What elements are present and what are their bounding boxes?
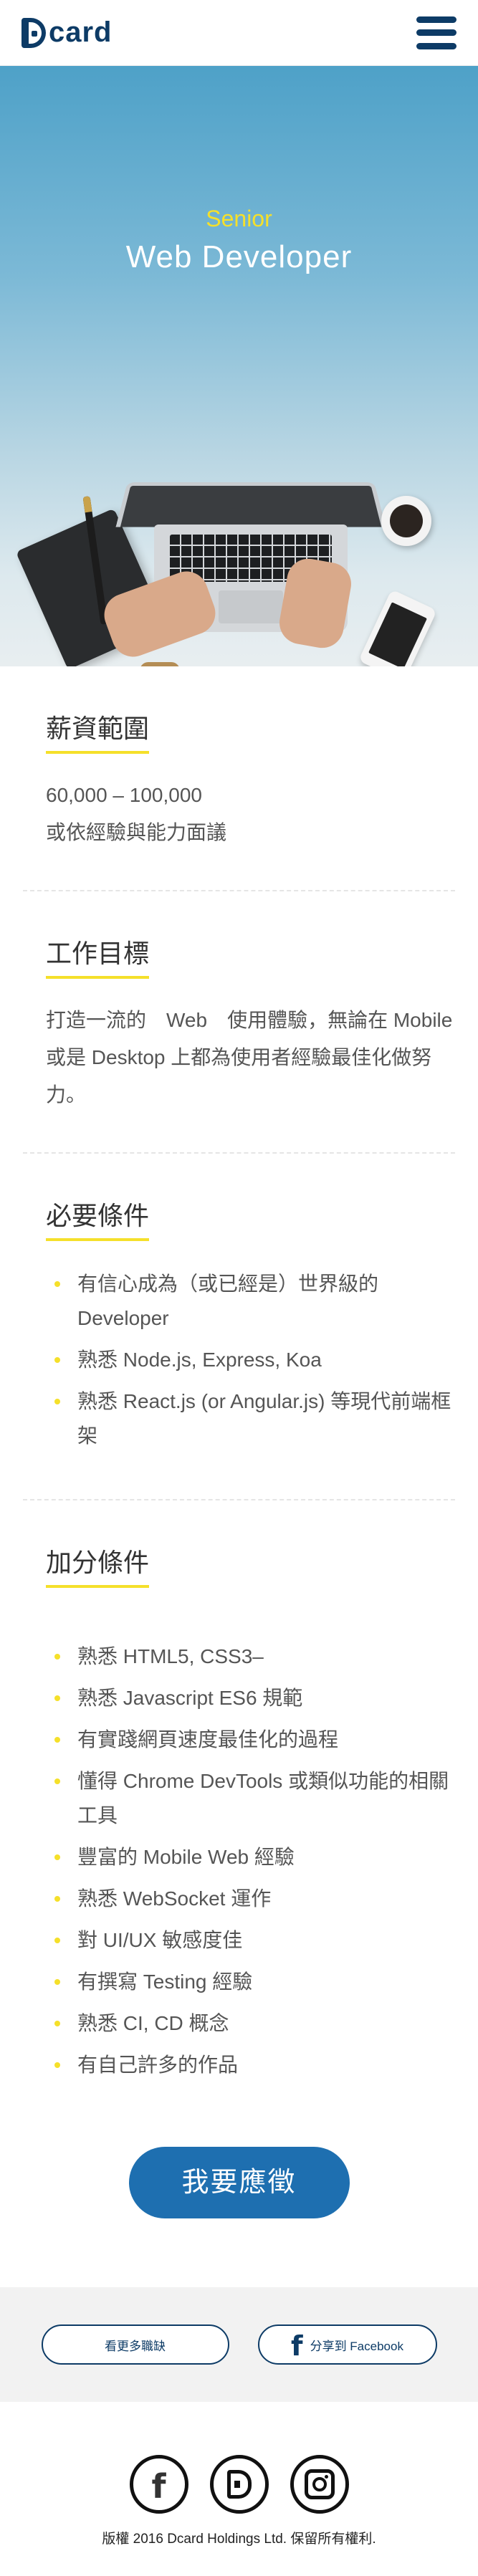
salary-section: 薪資範圍 60,000 – 100,000 或依經驗與能力面議 bbox=[23, 666, 455, 891]
copyright-text: 版權 2016 Dcard Holdings Ltd. 保留所有權利. bbox=[102, 2532, 376, 2547]
list-item: 有自己許多的作品 bbox=[46, 2048, 455, 2082]
trackpad-illustration bbox=[219, 590, 283, 623]
list-item: 有實踐網頁速度最佳化的過程 bbox=[46, 1723, 455, 1757]
hero-banner: Senior Web Developer bbox=[0, 66, 478, 666]
job-title: Web Developer bbox=[125, 239, 353, 274]
instagram-icon bbox=[304, 2469, 335, 2499]
menu-line-2 bbox=[416, 29, 457, 36]
hamburger-menu-icon[interactable] bbox=[416, 16, 457, 49]
facebook-link[interactable]: f bbox=[129, 2455, 188, 2514]
share-bar: 看更多職缺 f 分享到 Facebook bbox=[0, 2287, 478, 2402]
list-item: 熟悉 WebSocket 運作 bbox=[46, 1882, 455, 1916]
coffee-cup-illustration bbox=[381, 496, 431, 546]
goal-section: 工作目標 打造一流的 Web 使用體驗，無論在 Mobile 或是 Deskto… bbox=[23, 891, 455, 1154]
dcard-link[interactable] bbox=[209, 2455, 269, 2514]
footer: f 版權 2016 Dcard Holdings Ltd. 保留所有權利. bbox=[0, 2402, 478, 2576]
dcard-icon bbox=[226, 2470, 252, 2499]
bonus-section: 加分條件 熟悉 HTML5, CSS3– 熟悉 Javascript ES6 規… bbox=[23, 1500, 455, 2128]
top-header: card bbox=[0, 0, 478, 66]
apply-button[interactable]: 我要應徵 bbox=[128, 2147, 350, 2218]
list-item: 熟悉 CI, CD 概念 bbox=[46, 2006, 455, 2041]
dcard-logo-mark bbox=[21, 17, 46, 48]
goal-title: 工作目標 bbox=[46, 933, 150, 979]
more-jobs-label: 看更多職缺 bbox=[105, 2339, 166, 2353]
social-links: f bbox=[0, 2455, 478, 2514]
dcard-logo[interactable]: card bbox=[21, 16, 113, 49]
menu-line-1 bbox=[416, 16, 457, 23]
list-item: 熟悉 Node.js, Express, Koa bbox=[46, 1343, 455, 1377]
facebook-icon: f bbox=[151, 2467, 166, 2506]
menu-line-3 bbox=[416, 42, 457, 49]
required-section: 必要條件 有信心成為（或已經是）世界級的 Developer 熟悉 Node.j… bbox=[23, 1154, 455, 1500]
list-item: 熟悉 HTML5, CSS3– bbox=[46, 1639, 455, 1674]
instagram-link[interactable] bbox=[290, 2455, 349, 2514]
list-item: 懂得 Chrome DevTools 或類似功能的相關工具 bbox=[46, 1764, 455, 1833]
salary-title: 薪資範圍 bbox=[46, 708, 150, 754]
salary-note: 或依經驗與能力面議 bbox=[46, 821, 227, 843]
list-item: 熟悉 Javascript ES6 規範 bbox=[46, 1681, 455, 1715]
bonus-list: 熟悉 HTML5, CSS3– 熟悉 Javascript ES6 規範 有實踐… bbox=[46, 1639, 455, 2082]
more-jobs-button[interactable]: 看更多職缺 bbox=[41, 2324, 229, 2365]
apply-area: 我要應徵 bbox=[0, 2128, 478, 2287]
phone-illustration bbox=[358, 589, 437, 666]
job-level: Senior bbox=[206, 206, 272, 231]
list-item: 有信心成為（或已經是）世界級的 Developer bbox=[46, 1267, 455, 1336]
required-title: 必要條件 bbox=[46, 1195, 150, 1241]
required-list: 有信心成為（或已經是）世界級的 Developer 熟悉 Node.js, Ex… bbox=[46, 1267, 455, 1453]
goal-text: 打造一流的 Web 使用體驗，無論在 Mobile 或是 Desktop 上都為… bbox=[46, 1009, 453, 1106]
share-facebook-button[interactable]: f 分享到 Facebook bbox=[257, 2324, 437, 2365]
hero-text: Senior Web Developer bbox=[0, 206, 478, 275]
laptop-screen-illustration bbox=[115, 482, 386, 527]
salary-range: 60,000 – 100,000 bbox=[46, 784, 202, 806]
list-item: 熟悉 React.js (or Angular.js) 等現代前端框架 bbox=[46, 1384, 455, 1453]
share-facebook-label: 分享到 Facebook bbox=[310, 2339, 403, 2353]
list-item: 豐富的 Mobile Web 經驗 bbox=[46, 1840, 455, 1874]
logo-text: card bbox=[49, 16, 113, 48]
list-item: 有撰寫 Testing 經驗 bbox=[46, 1965, 455, 1999]
facebook-icon: f bbox=[291, 2330, 303, 2362]
watch-illustration bbox=[140, 662, 180, 666]
list-item: 對 UI/UX 敏感度佳 bbox=[46, 1923, 455, 1958]
bonus-title: 加分條件 bbox=[46, 1542, 150, 1588]
